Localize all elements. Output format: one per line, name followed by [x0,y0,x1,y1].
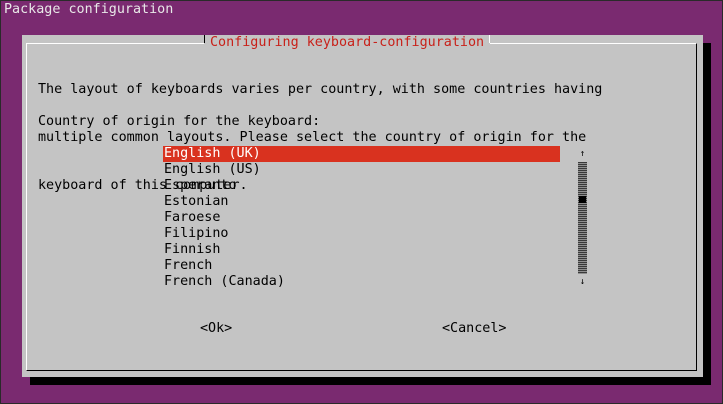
list-item-french-canada[interactable]: French (Canada) [163,274,560,290]
scrollbar-track[interactable] [578,162,587,274]
arrow-down-icon[interactable]: ↓ [578,274,587,290]
list-item-faroese[interactable]: Faroese [163,210,560,226]
list-item-finnish[interactable]: Finnish [163,242,560,258]
description-line: multiple common layouts. Please select t… [38,130,587,145]
dialog-title: Configuring keyboard-configuration [204,35,491,51]
configuration-dialog: Configuring keyboard-configuration The l… [22,35,703,377]
cancel-button[interactable]: <Cancel> [442,321,507,337]
list-item-english-us[interactable]: English (US) [163,162,560,178]
terminal-title: Package configuration [4,2,174,17]
country-list[interactable]: English (UK) English (US) Esperanto Esto… [163,146,560,290]
list-item-estonian[interactable]: Estonian [163,194,560,210]
list-item-english-uk[interactable]: English (UK) [163,146,560,162]
list-item-filipino[interactable]: Filipino [163,226,560,242]
ok-button[interactable]: <Ok> [200,321,232,337]
list-prompt: Country of origin for the keyboard: [38,114,321,129]
list-scrollbar[interactable]: ↑ ↓ [578,146,587,290]
list-item-esperanto[interactable]: Esperanto [163,178,560,194]
list-item-french[interactable]: French [163,258,560,274]
arrow-up-icon[interactable]: ↑ [578,146,587,162]
description-line: The layout of keyboards varies per count… [38,82,603,97]
scrollbar-thumb[interactable] [579,196,586,203]
